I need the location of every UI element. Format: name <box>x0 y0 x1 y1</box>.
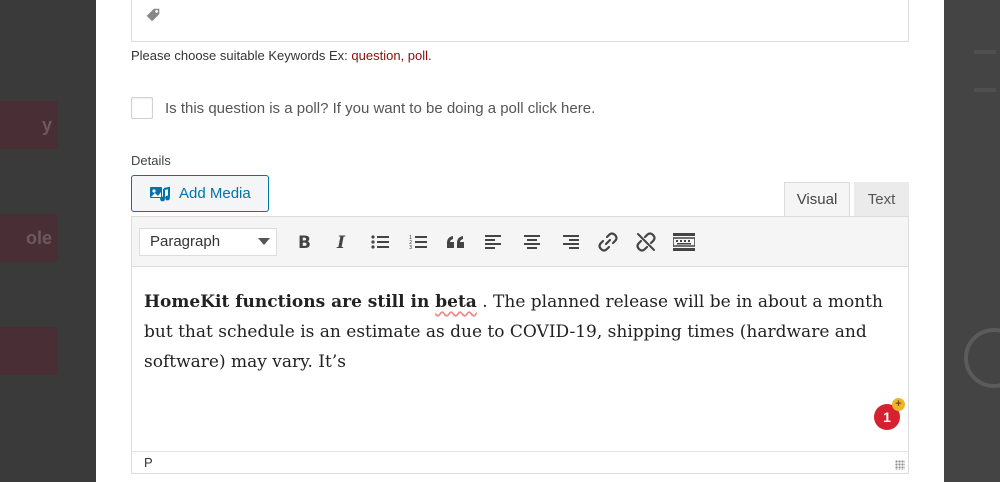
element-path[interactable]: P <box>144 455 153 470</box>
chevron-down-icon <box>258 238 270 245</box>
add-media-button[interactable]: Add Media <box>131 175 269 212</box>
unlink-button[interactable] <box>627 227 665 257</box>
tab-text[interactable]: Text <box>854 182 909 216</box>
align-right-icon <box>563 234 579 249</box>
link-button[interactable] <box>589 227 627 257</box>
bullet-list-button[interactable] <box>361 227 399 257</box>
misspelled-word: beta <box>435 292 477 312</box>
poll-checkbox[interactable] <box>131 97 153 119</box>
bold-button[interactable]: B <box>285 227 323 257</box>
align-center-button[interactable] <box>513 227 551 257</box>
toolbar-toggle-button[interactable] <box>665 227 703 257</box>
notification-badge[interactable]: 1 + <box>874 398 905 430</box>
keywords-hint-examples: question, poll <box>351 48 429 63</box>
plus-icon: + <box>892 398 905 411</box>
numbered-list-button[interactable]: 1 2 3 <box>399 227 437 257</box>
add-media-label: Add Media <box>179 185 251 202</box>
editor-statusbar: P <box>132 451 908 473</box>
background-left: y ole <box>0 0 96 482</box>
bold-icon: B <box>298 233 311 251</box>
details-label: Details <box>131 153 171 168</box>
format-select[interactable]: Paragraph <box>139 227 277 256</box>
unlink-icon <box>636 231 656 252</box>
toolbar-toggle-icon <box>673 232 695 251</box>
background-decoration <box>974 50 996 54</box>
italic-icon: I <box>336 233 346 251</box>
badge-count: 1 <box>883 409 891 425</box>
svg-text:I: I <box>336 233 346 251</box>
tag-icon <box>146 8 160 22</box>
link-icon <box>598 231 618 252</box>
tab-visual[interactable]: Visual <box>784 182 850 216</box>
background-decoration <box>974 88 996 92</box>
background-decoration <box>964 328 1000 388</box>
blockquote-icon <box>447 235 464 248</box>
editor-content[interactable]: HomeKit functions are still in beta . Th… <box>132 267 908 450</box>
keywords-input[interactable] <box>131 0 909 42</box>
resize-handle-icon[interactable] <box>895 460 905 470</box>
numbered-list-icon: 1 2 3 <box>409 235 427 250</box>
poll-option: Is this question is a poll? If you want … <box>131 97 595 119</box>
svg-text:3: 3 <box>409 245 412 250</box>
keywords-hint: Please choose suitable Keywords Ex: ques… <box>131 48 432 63</box>
media-icon <box>150 186 170 201</box>
svg-text:B: B <box>298 233 311 251</box>
align-right-button[interactable] <box>551 227 589 257</box>
format-select-value: Paragraph <box>150 233 221 250</box>
question-form-modal: Please choose suitable Keywords Ex: ques… <box>96 0 944 482</box>
editor-toolbar: Paragraph B I 1 2 3 <box>132 217 908 267</box>
blockquote-button[interactable] <box>437 227 475 257</box>
background-button <box>0 327 58 375</box>
bullet-list-icon <box>371 234 389 249</box>
details-editor: Paragraph B I 1 2 3 HomeKit functions ar… <box>131 216 909 474</box>
background-right <box>944 0 1000 482</box>
keywords-hint-suffix: . <box>428 48 432 63</box>
bold-text: HomeKit functions are still in <box>144 292 436 312</box>
align-left-button[interactable] <box>475 227 513 257</box>
italic-button[interactable]: I <box>323 227 361 257</box>
align-left-icon <box>485 234 501 249</box>
keywords-hint-text: Please choose suitable Keywords Ex: <box>131 48 352 63</box>
poll-label[interactable]: Is this question is a poll? If you want … <box>165 100 595 117</box>
align-center-icon <box>524 234 540 249</box>
background-button: ole <box>0 214 58 262</box>
background-button: y <box>0 101 58 149</box>
